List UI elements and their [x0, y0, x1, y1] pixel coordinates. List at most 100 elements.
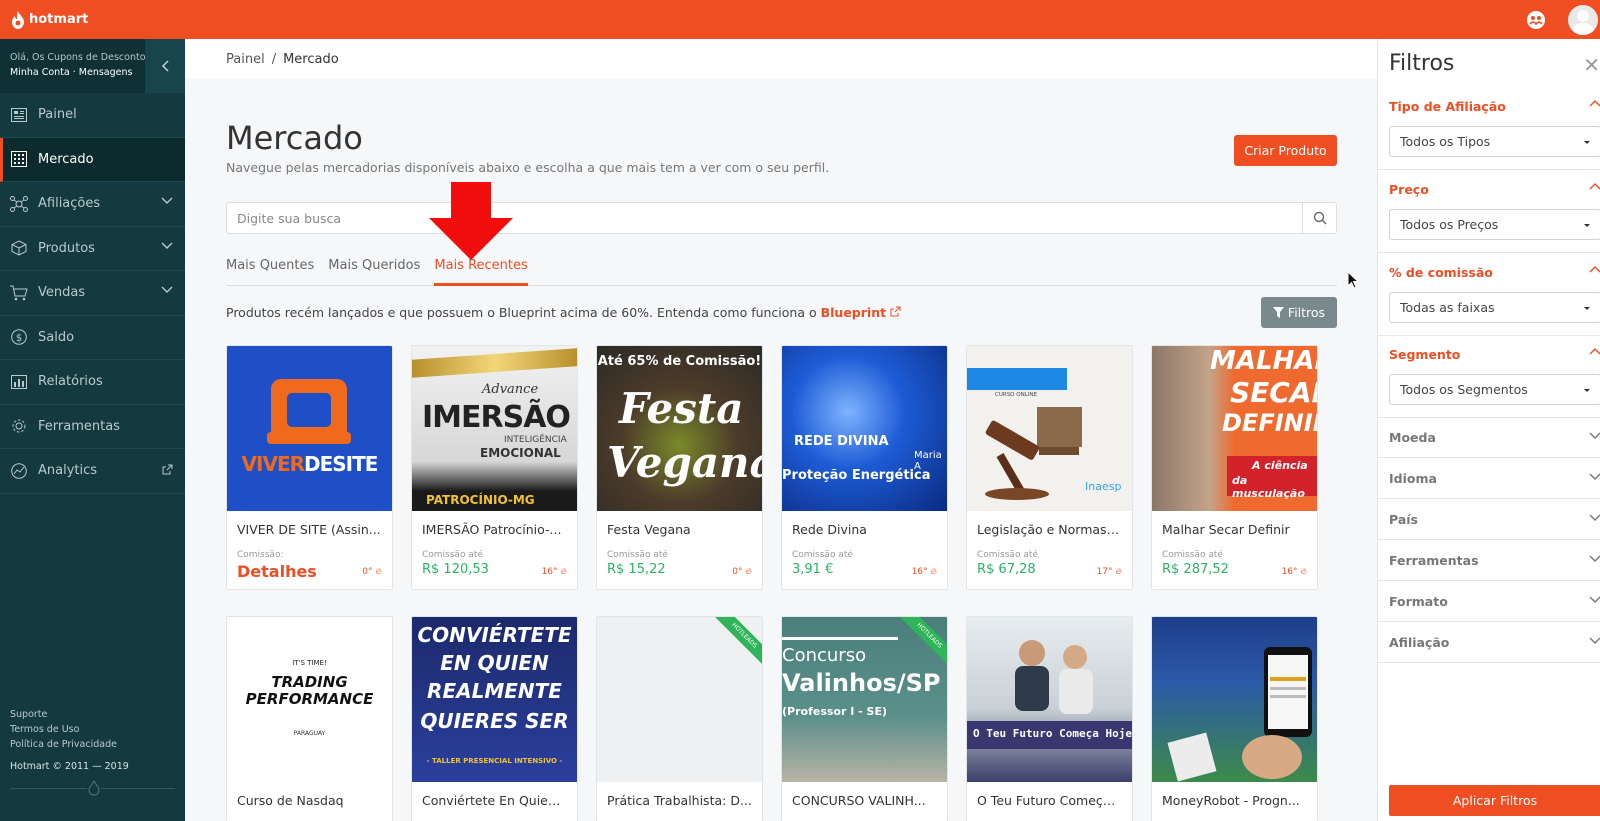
chevron-down-icon	[161, 286, 173, 293]
flame-icon: 🔥︎	[745, 567, 752, 577]
product-name: CONCURSO VALINH...	[792, 793, 926, 808]
chevron-up-icon[interactable]	[1589, 182, 1600, 190]
search-input[interactable]	[227, 203, 1302, 233]
sidebar-item-afiliacoes[interactable]: Afiliações	[0, 182, 185, 227]
filter-title[interactable]: Preço	[1389, 182, 1600, 197]
product-name: Rede Divina	[792, 522, 867, 537]
user-avatar[interactable]	[1568, 4, 1598, 35]
tab-mais-queridos[interactable]: Mais Queridos	[328, 251, 420, 286]
filter-formato[interactable]: Formato	[1389, 594, 1600, 609]
chevron-up-icon[interactable]	[1589, 265, 1600, 273]
messages-link[interactable]: Mensagens	[79, 67, 133, 78]
chart-icon	[10, 373, 28, 391]
filter-title: Afiliação	[1389, 635, 1450, 650]
search-button[interactable]	[1302, 203, 1336, 233]
divider	[1378, 335, 1600, 336]
temperature-value: 17°	[1096, 567, 1113, 577]
blueprint-info: Produtos recém lançados e que possuem o …	[226, 305, 901, 320]
breadcrumb-root[interactable]: Painel	[226, 52, 265, 67]
product-card[interactable]: Concurso Valinhos/SP (Professor I - SE) …	[781, 616, 948, 821]
filter-title[interactable]: % de comissão	[1389, 265, 1600, 280]
filter-ferramentas[interactable]: Ferramentas	[1389, 553, 1600, 568]
product-card[interactable]: CONVIÉRTETE EN QUIEN REALMENTE QUIERES S…	[411, 616, 578, 821]
conv-e: - TALLER PRESENCIAL INTENSIVO -	[426, 757, 563, 765]
filter-tipo-afiliacao: Tipo de Afiliação Todos os Tipos	[1389, 99, 1600, 157]
sidebar-item-label: Vendas	[38, 285, 86, 301]
product-name: IMERSÃO Patrocínio-...	[422, 522, 562, 537]
product-card[interactable]: CURSO ONLINE Inaesp Legislação e Normas …	[966, 345, 1133, 590]
tab-mais-quentes[interactable]: Mais Quentes	[226, 251, 314, 286]
filter-title: Idioma	[1389, 471, 1437, 486]
sidebar-item-label: Relatórios	[38, 374, 103, 390]
chevron-up-icon[interactable]	[1589, 347, 1600, 355]
filter-idioma[interactable]: Idioma	[1389, 471, 1600, 486]
info-text: Produtos recém lançados e que possuem o …	[226, 305, 821, 320]
sidebar-collapse-button[interactable]	[145, 39, 185, 93]
product-card[interactable]: Até 65% de Comissão! Festa Vegana Festa …	[596, 345, 763, 590]
filter-preco: Preço Todos os Preços	[1389, 182, 1600, 240]
product-card[interactable]: IT'S TIME! TRADING PERFORMANCE PARAGUAY …	[226, 616, 393, 821]
hotmart-logo[interactable]: hotmart	[11, 10, 88, 29]
filter-title[interactable]: Tipo de Afiliação	[1389, 99, 1600, 114]
filter-title: Moeda	[1389, 430, 1436, 445]
product-temperature: 0° 🔥︎	[362, 567, 382, 577]
product-card[interactable]: MoneyRobot - Progn...	[1151, 616, 1318, 821]
product-thumbnail: HOTLEADS	[597, 617, 762, 782]
sidebar-item-produtos[interactable]: Produtos	[0, 227, 185, 271]
my-account-link[interactable]: Minha Conta	[10, 67, 70, 78]
product-temperature: 16° 🔥︎	[542, 567, 567, 577]
terms-link[interactable]: Termos de Uso	[10, 722, 117, 737]
sidebar-item-saldo[interactable]: $ Saldo	[0, 316, 185, 360]
trading-c: PERFORMANCE	[245, 690, 374, 708]
product-temperature: 0° 🔥︎	[732, 567, 752, 577]
product-name: Prática Trabalhista: D...	[607, 793, 752, 808]
product-card[interactable]: MALHAR SECAR DEFINIR A ciência da muscul…	[1151, 345, 1318, 590]
sidebar-item-relatorios[interactable]: Relatórios	[0, 360, 185, 405]
product-card[interactable]: REDE DIVINA Maria A Proteção Energética …	[781, 345, 948, 590]
apply-filters-button[interactable]: Aplicar Filtros	[1389, 785, 1600, 816]
filter-select[interactable]: Todos os Tipos	[1389, 126, 1600, 157]
filter-moeda[interactable]: Moeda	[1389, 430, 1600, 445]
search-bar	[226, 202, 1337, 234]
viver-text-b: DESITE	[304, 452, 378, 476]
product-name: Festa Vegana	[607, 522, 691, 537]
support-link[interactable]: Suporte	[10, 707, 117, 722]
product-card[interactable]: O Teu Futuro Começa Hoje O Teu Futuro Co…	[966, 616, 1133, 821]
product-card[interactable]: HOTLEADS Prática Trabalhista: D...	[596, 616, 763, 821]
sidebar-item-vendas[interactable]: Vendas	[0, 271, 185, 316]
product-name: Legislação e Normas ...	[977, 522, 1123, 537]
filter-pais[interactable]: País	[1389, 512, 1600, 527]
temperature-value: 16°	[1281, 567, 1298, 577]
filters-button[interactable]: Filtros	[1261, 297, 1337, 328]
product-thumbnail: Advance IMERSÃO INTELIGÊNCIA EMOCIONAL P…	[412, 346, 577, 511]
chevron-down-icon	[1589, 514, 1600, 521]
conv-a: CONVIÉRTETE	[417, 623, 572, 647]
dashboard-icon	[10, 106, 28, 124]
product-name: Curso de Nasdaq	[237, 793, 344, 808]
product-thumbnail: CONVIÉRTETE EN QUIEN REALMENTE QUIERES S…	[412, 617, 577, 782]
hotleads-ribbon: HOTLEADS	[895, 617, 947, 670]
concurso-a: Concurso	[782, 645, 867, 666]
blueprint-link[interactable]: Blueprint	[821, 305, 886, 320]
sidebar-item-painel[interactable]: Painel	[0, 93, 185, 138]
sidebar-item-ferramentas[interactable]: Ferramentas	[0, 405, 185, 449]
sidebar-item-analytics[interactable]: Analytics	[0, 449, 185, 494]
create-product-button[interactable]: Criar Produto	[1234, 135, 1337, 166]
filter-select[interactable]: Todas as faixas	[1389, 292, 1600, 323]
chevron-down-icon	[1589, 637, 1600, 644]
filter-title: Ferramentas	[1389, 553, 1479, 568]
filter-select[interactable]: Todos os Preços	[1389, 209, 1600, 240]
close-icon[interactable]: ✕	[1583, 53, 1600, 77]
product-card[interactable]: Advance IMERSÃO INTELIGÊNCIA EMOCIONAL P…	[411, 345, 578, 590]
filter-select[interactable]: Todos os Segmentos	[1389, 374, 1600, 405]
sidebar-item-mercado[interactable]: Mercado	[0, 137, 185, 182]
filter-title[interactable]: Segmento	[1389, 347, 1600, 362]
user-box: Olá, Os Cupons de Desconto! Minha Conta …	[0, 39, 185, 93]
filter-afiliacao[interactable]: Afiliação	[1389, 635, 1600, 650]
community-icon[interactable]	[1526, 10, 1546, 30]
product-card[interactable]: VIVERDESITE VIVER DE SITE (Assin... Comi…	[226, 345, 393, 590]
chevron-down-icon	[1589, 432, 1600, 439]
chevron-up-icon[interactable]	[1589, 99, 1600, 107]
product-name: VIVER DE SITE (Assin...	[237, 522, 381, 537]
privacy-link[interactable]: Política de Privacidade	[10, 737, 117, 752]
